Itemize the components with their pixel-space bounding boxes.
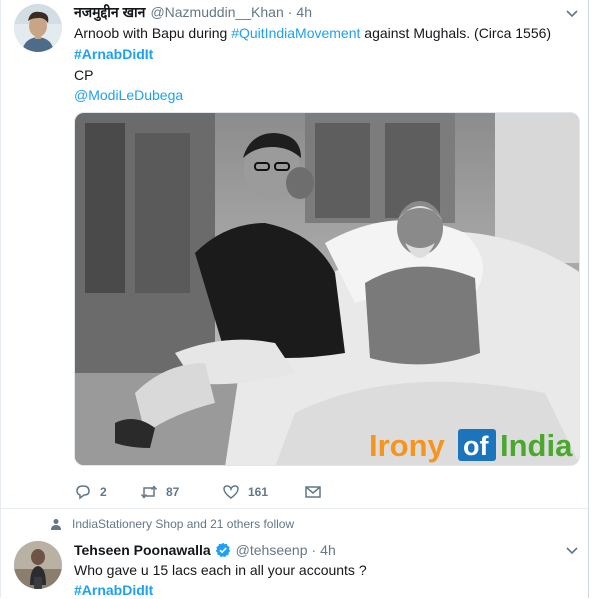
- tweet-text-line: Arnoob with Bapu during #QuitIndiaMoveme…: [74, 24, 551, 42]
- verified-badge-icon: [215, 542, 230, 558]
- tweet-card[interactable]: नजमुद्दीन खान @Nazmuddin__Khan · 4h Arno…: [0, 0, 588, 509]
- direct-message-button[interactable]: [304, 483, 322, 501]
- like-count: 161: [248, 485, 269, 499]
- tweet-text: Arnoob with Bapu during: [74, 25, 232, 41]
- hashtag-link[interactable]: #ArnabDidIt: [74, 581, 153, 599]
- timestamp[interactable]: 4h: [296, 4, 312, 20]
- social-context-text[interactable]: IndiaStationery Shop and 21 others follo…: [72, 517, 294, 531]
- hashtag-link[interactable]: #QuitIndiaMovement: [231, 25, 360, 41]
- photo-image: Irony of India: [75, 113, 579, 465]
- display-name[interactable]: Tehseen Poonawalla: [74, 542, 211, 558]
- user-handle[interactable]: @Nazmuddin__Khan: [150, 4, 283, 20]
- watermark-irony: Irony: [369, 428, 446, 463]
- tweet-photo[interactable]: Irony of India: [74, 112, 580, 466]
- retweet-icon: [140, 485, 158, 499]
- reply-button[interactable]: 2: [74, 483, 140, 501]
- timeline-right-border: [588, 0, 595, 598]
- display-name[interactable]: नजमुद्दीन खान: [74, 3, 145, 22]
- retweet-button[interactable]: 87: [140, 483, 222, 501]
- tweet-header: नजमुद्दीन खान @Nazmuddin__Khan · 4h: [74, 3, 312, 23]
- separator-dot: ·: [311, 542, 317, 558]
- tweet-header: Tehseen Poonawalla @tehseenp · 4h: [74, 540, 336, 560]
- watermark-india: India: [500, 428, 573, 463]
- hashtag-link[interactable]: #ArnabDidIt: [74, 45, 153, 63]
- chevron-down-icon[interactable]: [565, 9, 579, 19]
- tweet-text: Who gave u 15 lacs each in all your acco…: [74, 562, 367, 578]
- heart-icon: [223, 485, 239, 499]
- person-icon: [51, 519, 61, 530]
- avatar-image: [14, 541, 62, 589]
- envelope-icon: [305, 486, 321, 498]
- separator-dot: ·: [287, 4, 293, 20]
- retweet-count: 87: [166, 485, 180, 499]
- reply-count: 2: [100, 485, 107, 499]
- tweet-actions: 2 87 161: [74, 482, 322, 502]
- chevron-down-icon[interactable]: [565, 546, 579, 556]
- like-button[interactable]: 161: [222, 483, 304, 501]
- avatar-image: [14, 4, 62, 52]
- tweet-text: CP: [74, 67, 94, 83]
- avatar[interactable]: [14, 4, 62, 52]
- timestamp[interactable]: 4h: [320, 542, 336, 558]
- avatar[interactable]: [14, 541, 62, 589]
- user-handle[interactable]: @tehseenp: [236, 542, 308, 558]
- social-context: IndiaStationery Shop and 21 others follo…: [50, 517, 294, 531]
- tweet-text: against Mughals. (Circa 1556): [360, 25, 552, 41]
- watermark-of: of: [463, 431, 489, 461]
- reply-icon: [76, 485, 90, 500]
- mention-link[interactable]: @ModiLeDubega: [74, 86, 183, 104]
